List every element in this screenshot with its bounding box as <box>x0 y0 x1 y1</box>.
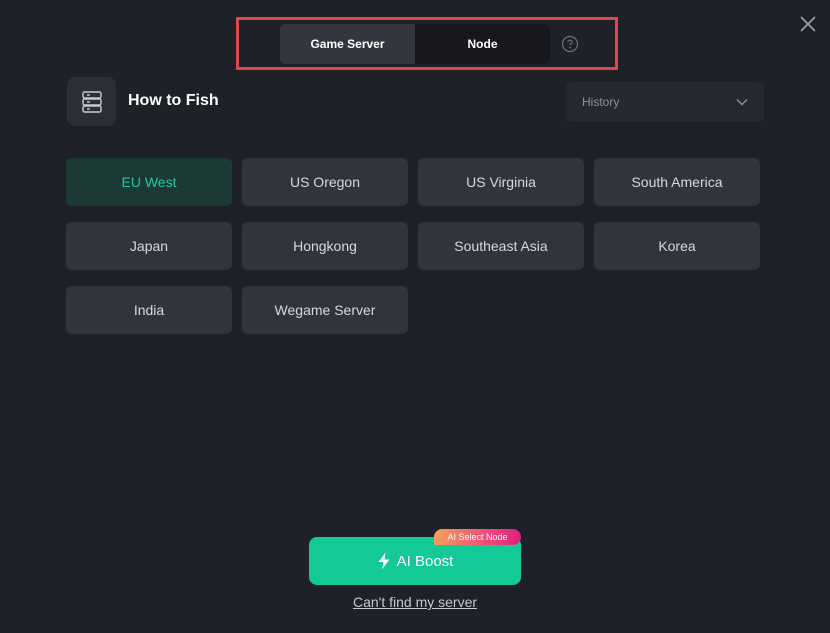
history-label: History <box>582 95 620 109</box>
tab-node[interactable]: Node <box>415 24 550 64</box>
cant-find-server-link[interactable]: Can't find my server <box>0 594 830 610</box>
server-wegame[interactable]: Wegame Server <box>242 286 408 334</box>
server-eu-west[interactable]: EU West <box>66 158 232 206</box>
ai-boost-label: AI Boost <box>396 552 454 570</box>
server-stack-icon <box>81 90 102 113</box>
chevron-down-icon <box>736 99 748 106</box>
server-korea[interactable]: Korea <box>594 222 760 270</box>
server-south-america[interactable]: South America <box>594 158 760 206</box>
mode-tabs: Game Server Node <box>280 24 550 64</box>
question-circle-icon[interactable] <box>561 35 579 53</box>
close-button[interactable] <box>797 13 819 35</box>
ai-select-node-badge: AI Select Node <box>434 529 521 545</box>
close-x-icon <box>800 16 816 32</box>
server-southeast-asia[interactable]: Southeast Asia <box>418 222 584 270</box>
server-india[interactable]: India <box>66 286 232 334</box>
lightning-bolt-icon <box>378 552 390 570</box>
server-japan[interactable]: Japan <box>66 222 232 270</box>
server-us-virginia[interactable]: US Virginia <box>418 158 584 206</box>
server-select-dialog: Game Server Node How to Fish History EU … <box>0 0 830 633</box>
server-hongkong[interactable]: Hongkong <box>242 222 408 270</box>
game-icon-tile <box>67 77 116 126</box>
game-title: How to Fish <box>128 92 219 109</box>
history-dropdown[interactable]: History <box>566 82 764 122</box>
server-us-oregon[interactable]: US Oregon <box>242 158 408 206</box>
tab-game-server[interactable]: Game Server <box>280 24 415 64</box>
